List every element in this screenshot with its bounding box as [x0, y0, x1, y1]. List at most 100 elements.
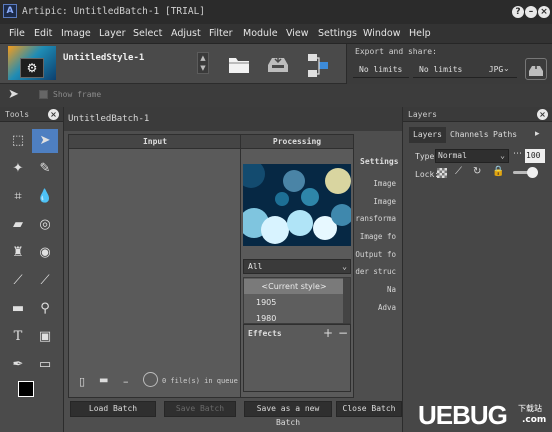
menu-filter[interactable]: Filter [209, 28, 233, 39]
menu-select[interactable]: Select [133, 28, 162, 39]
settings-item[interactable]: Image fo [360, 232, 396, 241]
export-tray-button[interactable] [525, 58, 547, 80]
lock-all-icon[interactable]: 🔒 [492, 166, 504, 177]
menu-view[interactable]: View [286, 28, 309, 39]
settings-item[interactable]: Image [373, 197, 396, 206]
brush-icon[interactable]: ✎ [32, 157, 58, 181]
settings-item[interactable]: ransforma [355, 214, 396, 223]
chevron-down-icon: ⌄ [500, 151, 505, 160]
blend-mode-select[interactable]: Normal ⌄ [435, 149, 509, 163]
marquee-select-icon[interactable]: ⬚ [5, 129, 31, 153]
spot-heal-icon[interactable]: ◎ [32, 213, 58, 237]
show-frame-checkbox[interactable] [39, 90, 48, 99]
settings-item[interactable]: Adva [378, 303, 396, 312]
tab-channels[interactable]: Channels [446, 127, 493, 143]
style-thumbnail[interactable]: ⚙ [8, 46, 56, 80]
crop-icon[interactable]: ⌗ [5, 185, 31, 209]
share-button[interactable] [305, 52, 331, 77]
gear-icon[interactable]: ⚙ [20, 58, 44, 78]
app-logo-icon: A [3, 4, 17, 18]
selection-arrow-icon[interactable]: ➤ [8, 85, 32, 105]
menu-edit[interactable]: Edit [34, 28, 52, 39]
menu-layer[interactable]: Layer [99, 28, 126, 39]
phone-device-icon[interactable]: ▯ [79, 375, 85, 388]
pointer-arrow-icon[interactable]: ➤ [32, 129, 58, 153]
fill-slider[interactable] [513, 167, 538, 178]
menu-file[interactable]: File [9, 28, 25, 39]
style-filter-select[interactable]: All ⌄ [243, 259, 351, 274]
open-folder-button[interactable] [226, 52, 252, 76]
color-picker-icon[interactable]: ⟋ [32, 269, 58, 293]
settings-item[interactable]: der struc [355, 267, 396, 276]
move-hand-icon[interactable]: ▬ [5, 297, 31, 321]
menu-image[interactable]: Image [61, 28, 91, 39]
chevron-down-icon[interactable]: ▼ [198, 63, 208, 73]
save-new-batch-button[interactable]: Save as a new Batch [244, 401, 332, 427]
layers-title: Layers [408, 110, 437, 119]
title-bar: A Artipic: UntitledBatch-1 [TRIAL] ? – × [0, 0, 552, 24]
close-tools-button[interactable]: × [48, 109, 59, 120]
queue-status: 0 file(s) in queue [162, 377, 238, 385]
chevron-up-icon[interactable]: ▲ [198, 53, 208, 63]
remove-icon[interactable]: – [123, 375, 129, 388]
style-stepper[interactable]: ▲ ▼ [197, 52, 209, 74]
add-folder-icon[interactable]: ▬ [99, 375, 108, 386]
style-list-item[interactable]: 1980 [244, 311, 344, 323]
style-list-item[interactable]: 1905 [244, 295, 344, 310]
more-options-icon[interactable]: ⋯ [513, 149, 522, 159]
menu-bar: File Edit Image Layer Select Adjust Filt… [0, 24, 552, 44]
lock-transparency-icon[interactable] [437, 168, 447, 178]
format-select[interactable]: JPG [475, 62, 517, 78]
lock-paint-brush-icon[interactable]: ⟋ [455, 166, 462, 177]
style-list-scrollbar[interactable] [343, 278, 350, 323]
remove-effect-button[interactable]: − [338, 326, 348, 340]
menu-window[interactable]: Window [363, 28, 400, 39]
lock-position-icon[interactable]: ↻ [473, 166, 481, 177]
load-batch-button[interactable]: Load Batch [70, 401, 156, 417]
zoom-icon[interactable]: ⚲ [32, 297, 58, 321]
refresh-icon[interactable] [143, 372, 158, 387]
chevron-down-icon[interactable]: ⌄ [503, 64, 510, 73]
close-batch-button[interactable]: Close Batch [336, 401, 402, 417]
tabs-scroll-arrow-icon[interactable]: ▸ [535, 129, 540, 139]
chevron-down-icon[interactable]: ⌄ [342, 260, 347, 273]
opacity-input[interactable]: 100 [525, 149, 545, 163]
watermark-main: UEBUG [418, 400, 508, 430]
drop-icon[interactable]: 💧 [32, 185, 58, 209]
help-button[interactable]: ? [512, 6, 524, 18]
tab-layers[interactable]: Layers [409, 127, 446, 143]
style-list-item[interactable]: <Current style> [244, 279, 344, 294]
eye-icon[interactable]: ◉ [32, 241, 58, 265]
size-height-select[interactable]: No limits [413, 62, 475, 78]
save-batch-button[interactable]: Save Batch [164, 401, 236, 417]
menu-help[interactable]: Help [409, 28, 431, 39]
gradient-icon[interactable]: ▣ [32, 325, 58, 349]
close-window-button[interactable]: × [538, 6, 550, 18]
save-tray-button[interactable] [265, 52, 291, 76]
foreground-color-swatch[interactable] [18, 381, 34, 397]
fill-slider-handle[interactable] [527, 167, 538, 178]
clone-stamp-icon[interactable]: ♜ [5, 241, 31, 265]
text-tool-icon[interactable]: T [5, 325, 31, 349]
rectangle-shape-icon[interactable]: ▭ [32, 353, 58, 377]
menu-adjust[interactable]: Adjust [171, 28, 201, 39]
settings-item[interactable]: Output fo [355, 250, 396, 259]
menu-settings[interactable]: Settings [318, 28, 357, 39]
settings-item[interactable]: Image [373, 179, 396, 188]
menu-module[interactable]: Module [243, 28, 278, 39]
style-filter-value: All [248, 262, 263, 271]
settings-item[interactable]: Na [387, 285, 396, 294]
tab-paths[interactable]: Paths [489, 127, 521, 143]
settings-column: Settings Image Image ransforma Image fo … [355, 149, 402, 399]
size-width-select[interactable]: No limits [353, 62, 409, 78]
eyedropper-icon[interactable]: ⟋ [5, 269, 31, 293]
tools-title: Tools [5, 110, 30, 119]
close-layers-button[interactable]: × [537, 109, 548, 120]
minimize-button[interactable]: – [525, 6, 537, 18]
pen-icon[interactable]: ✒ [5, 353, 31, 377]
magic-wand-icon[interactable]: ✦ [5, 157, 31, 181]
input-header: Input [69, 135, 241, 149]
add-effect-button[interactable]: + [323, 326, 333, 340]
settings-header: Settings [360, 157, 399, 166]
eraser-icon[interactable]: ▰ [5, 213, 31, 237]
